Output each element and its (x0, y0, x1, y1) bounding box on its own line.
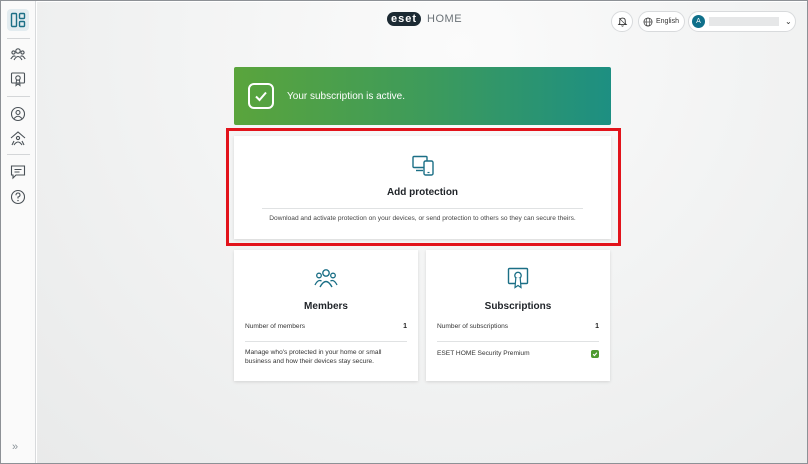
subscriptions-title: Subscriptions (484, 301, 552, 312)
account-name-redacted (709, 17, 779, 26)
avatar: A (692, 15, 705, 28)
notifications-button[interactable] (611, 11, 633, 32)
chevron-down-icon: ⌄ (785, 17, 792, 26)
language-label: English (656, 18, 679, 25)
feedback-icon[interactable] (7, 161, 29, 183)
subscription-item-label[interactable]: ESET HOME Security Premium (437, 350, 530, 357)
card-divider (437, 341, 599, 342)
checkmark-icon (248, 83, 274, 109)
members-title: Members (304, 301, 348, 312)
subscription-status-banner: Your subscription is active. (234, 67, 611, 125)
logo-text: HOME (427, 13, 463, 25)
subscriptions-count-label: Number of subscriptions (437, 323, 509, 330)
subscriptions-card[interactable]: Subscriptions Number of subscriptions 1 … (426, 250, 610, 381)
members-count-value: 1 (403, 323, 407, 330)
help-icon[interactable] (7, 186, 29, 208)
sidebar-divider (7, 96, 30, 97)
logo-mark: eset (387, 12, 422, 26)
certificate-icon (426, 266, 610, 290)
members-count-label: Number of members (245, 323, 306, 330)
language-selector[interactable]: English (638, 11, 685, 32)
account-icon[interactable] (7, 103, 29, 125)
members-icon[interactable] (7, 43, 29, 65)
dashboard-icon[interactable] (7, 9, 29, 31)
card-divider (245, 341, 407, 342)
globe-icon (643, 17, 653, 26)
sidebar: » (1, 1, 36, 463)
members-card[interactable]: Members Number of members 1 Manage who's… (234, 250, 418, 381)
banner-text: Your subscription is active. (287, 90, 406, 102)
sidebar-expand-button[interactable]: » (12, 441, 18, 453)
highlight-box (226, 128, 621, 246)
members-description: Manage who's protected in your home or s… (245, 349, 382, 365)
bell-icon (617, 17, 627, 27)
account-menu[interactable]: A ⌄ (688, 11, 796, 32)
subscription-icon[interactable] (7, 68, 29, 90)
main-content: eset HOME English A ⌄ Your subscription … (37, 2, 807, 463)
connected-home-icon[interactable] (7, 127, 29, 149)
subscriptions-count-value: 1 (595, 323, 599, 330)
app-window: » eset HOME English A ⌄ Your subscriptio… (0, 0, 808, 464)
eset-home-logo: eset HOME (387, 12, 462, 26)
members-icon (234, 267, 418, 289)
sidebar-divider (7, 38, 30, 39)
sidebar-divider (7, 154, 30, 155)
checkmark-icon (591, 350, 599, 358)
